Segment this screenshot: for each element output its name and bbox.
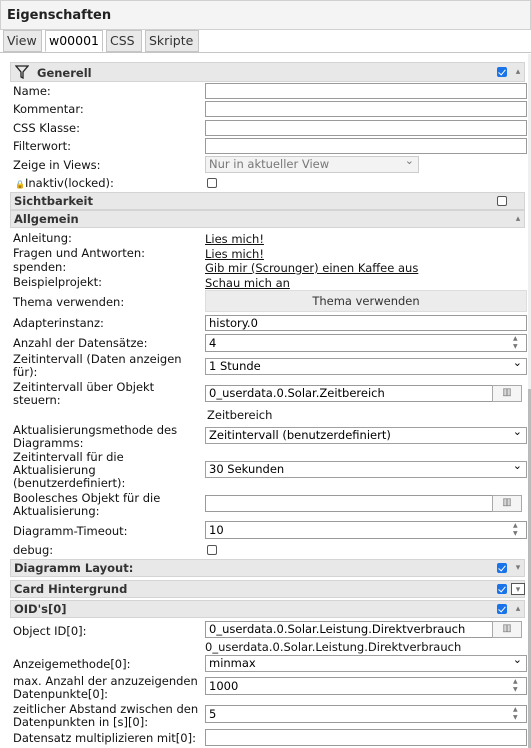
expand-icon[interactable]: ▾ xyxy=(511,583,525,595)
anzeige-label: Anzeigemethode[0]: xyxy=(13,657,131,671)
views-select[interactable]: Nur in aktueller View xyxy=(205,153,419,173)
group-allgemein[interactable]: Allgemein ▴ xyxy=(10,210,525,228)
objectid-hint: 0_userdata.0.Solar.Leistung.Direktverbra… xyxy=(205,640,462,654)
anleitung-label: Anleitung: xyxy=(13,231,72,245)
stepper-icon[interactable]: ▲ ▼ xyxy=(513,522,522,539)
stepper-icon[interactable]: ▲ ▼ xyxy=(513,706,522,723)
group-visible-checkbox[interactable] xyxy=(497,67,507,77)
group-visible-checkbox[interactable] xyxy=(497,563,507,573)
locked-checkbox[interactable] xyxy=(207,178,217,188)
group-visible-checkbox[interactable] xyxy=(497,604,507,614)
zeitintervall-select[interactable]: 1 Stunde xyxy=(205,355,527,375)
adapter-input[interactable]: history.0 xyxy=(205,315,527,331)
ellipsis-icon[interactable]: ▥ xyxy=(492,495,522,512)
fragen-link[interactable]: Lies mich! xyxy=(205,247,264,261)
kommentar-label: Kommentar: xyxy=(13,102,84,116)
group-sichtbarkeit[interactable]: Sichtbarkeit xyxy=(10,192,525,210)
group-title: Card Hintergrund xyxy=(14,582,128,596)
css-class-label: CSS Klasse: xyxy=(13,121,81,135)
views-label: Zeige in Views: xyxy=(13,158,101,172)
zeitobjekt-hint: Zeitbereich xyxy=(207,408,273,422)
anzahl-input[interactable]: 4 ▲ ▼ xyxy=(205,334,527,352)
collapse-icon[interactable]: ▴ xyxy=(511,66,525,78)
ellipsis-icon[interactable]: ▥ xyxy=(492,621,522,638)
debug-label: debug: xyxy=(13,543,54,557)
thema-label: Thema verwenden: xyxy=(13,295,125,309)
panel-title: Eigenschaften xyxy=(7,8,112,23)
aktmethode-select[interactable]: Zeitintervall (benutzerdefiniert) xyxy=(205,424,527,444)
spenden-link[interactable]: Gib mir (Scrounger) einen Kaffee aus xyxy=(205,261,418,275)
fragen-label: Fragen und Antworten: xyxy=(13,246,145,260)
group-visible-checkbox[interactable] xyxy=(497,584,507,594)
tab-css[interactable]: CSS xyxy=(106,30,142,52)
expand-icon[interactable]: ▾ xyxy=(511,562,525,574)
anzeige-select[interactable]: minmax xyxy=(205,652,527,672)
beispiel-label: Beispielprojekt: xyxy=(13,275,103,289)
group-diagramm-layout[interactable]: Diagramm Layout: ▾ xyxy=(10,559,525,577)
stepper-icon[interactable]: ▲ ▼ xyxy=(513,678,522,695)
spenden-label: spenden: xyxy=(13,260,67,274)
timeout-label: Diagramm-Timeout: xyxy=(13,524,128,538)
mult-label: Datensatz multiplizieren mit[0]: xyxy=(13,731,196,745)
collapse-icon[interactable]: ▴ xyxy=(511,213,525,225)
aktmethode-label: Aktualisierungsmethode des Diagramms: xyxy=(13,423,178,450)
tab-skripte[interactable]: Skripte xyxy=(145,30,199,52)
timeout-input[interactable]: 10 ▲ ▼ xyxy=(205,521,527,539)
group-title: Sichtbarkeit xyxy=(14,194,93,208)
panel-header: Eigenschaften xyxy=(0,0,531,30)
css-class-input[interactable] xyxy=(205,120,527,136)
zeitobjekt-input[interactable]: 0_userdata.0.Solar.Zeitbereich xyxy=(205,385,493,402)
group-title: Generell xyxy=(37,66,92,80)
tab-divider xyxy=(0,52,531,53)
lock-icon: 🔒 xyxy=(15,180,25,189)
collapse-icon[interactable]: ▴ xyxy=(511,603,525,615)
abstand-input[interactable]: 5 ▲ ▼ xyxy=(205,705,527,723)
objectid-label: Object ID[0]: xyxy=(13,624,87,638)
group-generell[interactable]: Generell ▴ xyxy=(10,62,525,82)
locked-label: 🔒Inaktiv(locked): xyxy=(15,176,114,190)
zeitakt-label: Zeitintervall für die Aktualisierung (benu… xyxy=(13,450,126,490)
bool-input[interactable] xyxy=(205,495,493,512)
tab-w00001[interactable]: w00001 xyxy=(45,30,103,52)
zeitakt-select[interactable]: 30 Sekunden xyxy=(205,458,527,478)
ellipsis-icon[interactable]: ▥ xyxy=(492,385,522,402)
anleitung-link[interactable]: Lies mich! xyxy=(205,232,264,246)
abstand-label: zeitlicher Abstand zwischen den Datenpunk… xyxy=(13,702,199,729)
name-label: Name: xyxy=(13,84,51,98)
group-oids[interactable]: OID's[0] ▴ xyxy=(10,600,525,618)
zeitintervall-label: Zeitintervall (Daten anzeigen für): xyxy=(13,352,182,379)
mult-input[interactable] xyxy=(205,729,527,746)
group-title: Allgemein xyxy=(14,212,79,226)
group-title: Diagramm Layout: xyxy=(14,561,134,575)
group-card-hintergrund[interactable]: Card Hintergrund ▾ xyxy=(10,580,525,598)
kommentar-input[interactable] xyxy=(205,101,527,117)
beispiel-link[interactable]: Schau mich an xyxy=(205,276,290,290)
anzahl-label: Anzahl der Datensätze: xyxy=(13,336,148,350)
stepper-icon[interactable]: ▲ ▼ xyxy=(513,335,522,352)
funnel-icon xyxy=(14,65,30,82)
group-title: OID's[0] xyxy=(14,602,67,616)
objectid-input[interactable]: 0_userdata.0.Solar.Leistung.Direktverbra… xyxy=(205,621,493,638)
maxanz-input[interactable]: 1000 ▲ ▼ xyxy=(205,677,527,695)
maxanz-label: max. Anzahl der anzuzeigenden Datenpunkte… xyxy=(13,674,198,701)
bool-label: Boolesches Objekt für die Aktualisierung: xyxy=(13,491,161,518)
tab-view[interactable]: View xyxy=(3,30,42,52)
filter-label: Filterwort: xyxy=(13,139,72,153)
adapter-label: Adapterinstanz: xyxy=(13,316,104,330)
thema-button[interactable]: Thema verwenden xyxy=(205,290,527,312)
filter-input[interactable] xyxy=(205,138,527,154)
name-input[interactable] xyxy=(205,83,527,99)
debug-checkbox[interactable] xyxy=(207,545,217,555)
group-visible-checkbox[interactable] xyxy=(497,196,507,206)
zeitobjekt-label: Zeitintervall über Objekt steuern: xyxy=(13,380,155,407)
